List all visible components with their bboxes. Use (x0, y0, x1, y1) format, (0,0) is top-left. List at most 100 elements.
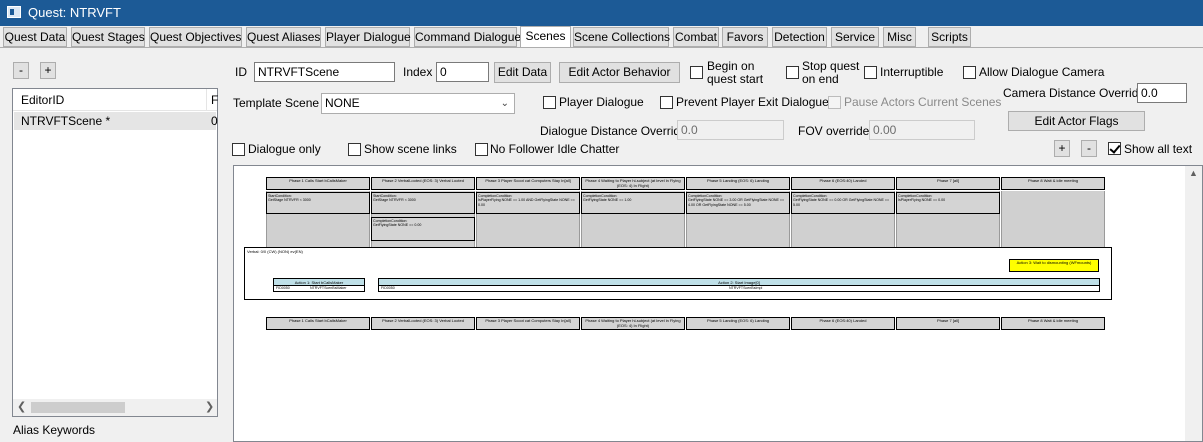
show-all-text-checkbox[interactable] (1108, 142, 1121, 155)
phase-header[interactable]: Phase 8 Wait & idle meeting (1001, 177, 1105, 190)
interruptible-checkbox[interactable] (864, 66, 877, 79)
prevent-player-exit-dialogue-label: Prevent Player Exit Dialogue (676, 95, 829, 109)
phase-footer[interactable]: Phase 1 Calls Start bCallsMaker (266, 317, 370, 330)
prevent-player-exit-dialogue-checkbox[interactable] (660, 96, 673, 109)
scene-canvas[interactable]: Phase 1 Calls Start bCallsMaker Phase 2 … (233, 165, 1203, 442)
title-bar: Quest: NTRVFT (0, 0, 1203, 26)
action-row-id: FID0050 (276, 286, 290, 290)
tab-scene-collections[interactable]: Scene Collections (573, 27, 670, 47)
alias-keywords-label: Alias Keywords (13, 423, 96, 437)
scene-list-header: EditorID F (13, 89, 218, 111)
dialogue-only-checkbox[interactable] (232, 143, 245, 156)
list-item[interactable]: NTRVFTScene * 0 (14, 112, 218, 130)
action-row[interactable]: FID0050 NTRVFTScenBsImpl (378, 285, 1100, 292)
vertical-scrollbar[interactable]: ▲ (1185, 166, 1202, 441)
dialogue-distance-override-field[interactable]: 0.0 (677, 120, 784, 140)
phase-condition[interactable]: CompletionCondition: IsPlayerFlying NONE… (476, 192, 580, 214)
action-panel[interactable]: Verbal: 0/0 (CW) (NON) ev(EN) Action 3: … (244, 247, 1112, 300)
phase-condition[interactable]: CompletionCondition: GetFlyingState NONE… (686, 192, 790, 214)
phase-footer[interactable]: Phase 4 Waiting to Player hi-subject (at… (581, 317, 685, 330)
begin-on-quest-start-label: Begin on quest start (707, 59, 764, 86)
tab-scripts[interactable]: Scripts (928, 27, 971, 47)
tab-favors[interactable]: Favors (722, 27, 768, 47)
tab-quest-stages[interactable]: Quest Stages (71, 27, 145, 47)
phase-header[interactable]: Phase 1 Calls Start bCallsMaker (266, 177, 370, 190)
phase-footer[interactable]: Phase 7 [all] (896, 317, 1000, 330)
scroll-up-icon[interactable]: ▲ (1189, 168, 1198, 178)
tab-quest-data[interactable]: Quest Data (3, 27, 67, 47)
tab-detection[interactable]: Detection (772, 27, 827, 47)
phase-footer[interactable]: Phase 6 (EOS:40) Landed (791, 317, 895, 330)
phase-header[interactable]: Phase 6 (EOS:40) Landed (791, 177, 895, 190)
dialogue-only-label: Dialogue only (248, 142, 321, 156)
scroll-right-icon[interactable]: ❯ (205, 400, 214, 413)
dialogue-distance-override-label: Dialogue Distance Override (540, 124, 687, 138)
edit-actor-behavior-button[interactable]: Edit Actor Behavior (559, 62, 680, 83)
add-scene-button[interactable]: + (40, 62, 56, 79)
template-scene-label: Template Scene (233, 96, 320, 110)
pause-actors-checkbox[interactable] (828, 96, 841, 109)
show-scene-links-checkbox[interactable] (348, 143, 361, 156)
column-header-editor-id[interactable]: EditorID (21, 93, 64, 107)
scroll-left-icon[interactable]: ❮ (17, 400, 26, 413)
tab-service[interactable]: Service (831, 27, 879, 47)
template-scene-value: NONE (325, 96, 360, 110)
allow-dialogue-camera-checkbox[interactable] (963, 66, 976, 79)
phase-condition[interactable]: CompletionCondition: GetFlyingState NONE… (371, 217, 475, 241)
scene-id-field[interactable]: NTRVFTScene (254, 62, 395, 82)
phase-header[interactable]: Phase 4 Waiting to Player hi-subject (at… (581, 177, 685, 190)
tab-player-dialogue[interactable]: Player Dialogue (325, 27, 411, 47)
fov-override-field[interactable]: 0.00 (869, 120, 975, 140)
tab-scenes[interactable]: Scenes (520, 26, 571, 48)
window-title: Quest: NTRVFT (28, 5, 121, 20)
phase-header[interactable]: Phase 5 Landing (EOS: 6) Landing (686, 177, 790, 190)
show-all-text-label: Show all text (1124, 142, 1193, 156)
yellow-action-box[interactable]: Action 3: Wait to dismounting (WFmounts) (1009, 259, 1099, 272)
remove-scene-button[interactable]: - (13, 62, 29, 79)
camera-distance-override-field[interactable]: 0.0 (1137, 83, 1187, 103)
no-follower-idle-chatter-checkbox[interactable] (475, 143, 488, 156)
player-dialogue-checkbox[interactable] (543, 96, 556, 109)
phase-footer[interactable]: Phase 8 Wait & idle meeting (1001, 317, 1105, 330)
action-row[interactable]: FID0050 NTRVFTScenBsMaker (273, 285, 365, 292)
scene-list[interactable]: EditorID F NTRVFTScene * 0 ❮ ❯ (12, 88, 218, 417)
edit-actor-flags-button[interactable]: Edit Actor Flags (1008, 111, 1145, 131)
horizontal-scrollbar[interactable]: ❮ ❯ (13, 399, 217, 416)
fov-override-label: FOV override (798, 124, 870, 138)
tab-quest-aliases[interactable]: Quest Aliases (246, 27, 321, 47)
action-row-name: NTRVFTScenBsMaker (310, 286, 347, 290)
allow-dialogue-camera-label: Allow Dialogue Camera (979, 65, 1105, 79)
tab-command-dialogue[interactable]: Command Dialogue (414, 27, 521, 47)
phase-header[interactable]: Phase 2 VerbalLooted (EOS: 3) Verbal Loo… (371, 177, 475, 190)
phase-column (1001, 191, 1105, 248)
zoom-out-button[interactable]: - (1081, 140, 1097, 157)
phase-condition[interactable]: StartCondition: GetStage NTRVFR < 3000 (371, 192, 475, 214)
tab-combat[interactable]: Combat (673, 27, 719, 47)
phase-condition[interactable]: CompletionCondition: GetFlyingState NONE… (581, 192, 685, 214)
stop-quest-on-end-checkbox[interactable] (786, 66, 799, 79)
camera-distance-override-label: Camera Distance Override (1003, 86, 1146, 100)
no-follower-idle-chatter-label: No Follower Idle Chatter (490, 142, 620, 156)
begin-on-quest-start-checkbox[interactable] (690, 66, 703, 79)
template-scene-dropdown[interactable]: NONE ⌄ (321, 93, 515, 114)
phase-header[interactable]: Phase 7 [all] (896, 177, 1000, 190)
player-dialogue-label: Player Dialogue (559, 95, 644, 109)
phase-footer[interactable]: Phase 2 VerbalLooted (EOS: 3) Verbal Loo… (371, 317, 475, 330)
phase-footer[interactable]: Phase 3 Player Scoot cat Computers Stay … (476, 317, 580, 330)
column-separator (206, 89, 207, 111)
column-header-f[interactable]: F (211, 93, 218, 107)
tab-strip-divider (0, 47, 1203, 48)
scrollbar-thumb[interactable] (31, 402, 125, 413)
index-field[interactable]: 0 (436, 62, 489, 82)
tab-misc[interactable]: Misc (883, 27, 916, 47)
edit-data-button[interactable]: Edit Data (494, 62, 551, 83)
phase-footer[interactable]: Phase 5 Landing (EOS: 6) Landing (686, 317, 790, 330)
phase-condition[interactable]: CompletionCondition: IsPlayerFlying NONE… (896, 192, 1000, 214)
action-row-id: FID0050 (381, 286, 395, 290)
tab-quest-objectives[interactable]: Quest Objectives (149, 27, 242, 47)
chevron-down-icon: ⌄ (500, 98, 509, 109)
phase-condition[interactable]: StartCondition: GetStage NTRVFR < 3000 (266, 192, 370, 214)
zoom-in-button[interactable]: + (1054, 140, 1070, 157)
phase-header[interactable]: Phase 3 Player Scoot cat Computers Stay … (476, 177, 580, 190)
phase-condition[interactable]: CompletionCondition: GetFlyingState NONE… (791, 192, 895, 214)
